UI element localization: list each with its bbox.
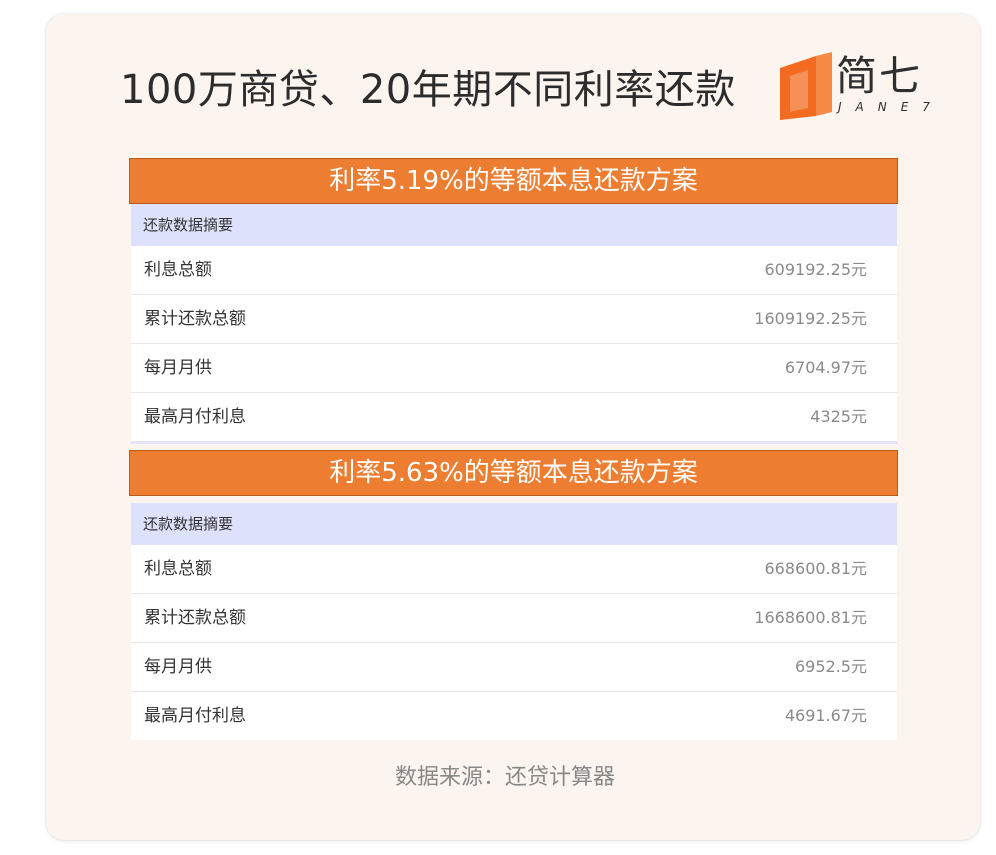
table-row: 利息总额 668600.81元 (131, 545, 897, 594)
row-value: 6952.5元 (795, 657, 867, 676)
row-label: 累计还款总额 (144, 309, 246, 329)
table-row: 累计还款总额 1609192.25元 (131, 295, 897, 344)
row-value: 4691.67元 (784, 706, 867, 725)
plan-section-5-63: 利率5.63%的等额本息还款方案 还款数据摘要 利息总额 668600.81元 … (129, 450, 898, 740)
row-label: 每月月供 (144, 358, 212, 378)
row-value: 668600.81元 (764, 559, 867, 578)
row-label: 最高月付利息 (144, 706, 246, 726)
table-row: 利息总额 609192.25元 (131, 246, 897, 295)
data-source-footer: 数据来源：还贷计算器 (394, 765, 615, 790)
section-header: 利率5.19%的等额本息还款方案 (129, 158, 898, 204)
data-table: 利息总额 668600.81元 累计还款总额 1668600.81元 每月月供 … (131, 545, 897, 740)
row-value: 4325元 (810, 407, 867, 426)
row-label: 每月月供 (144, 657, 212, 677)
plan-section-5-19: 利率5.19%的等额本息还款方案 还款数据摘要 利息总额 609192.25元 … (129, 158, 898, 444)
summary-label: 还款数据摘要 (131, 503, 897, 545)
table-row: 最高月付利息 4691.67元 (131, 692, 897, 740)
table-row: 每月月供 6704.97元 (131, 344, 897, 393)
section-header: 利率5.63%的等额本息还款方案 (129, 450, 898, 496)
logo-mark-icon (780, 52, 832, 120)
row-value: 1668600.81元 (754, 608, 867, 627)
jane7-logo: 简七 JANE7 (776, 50, 946, 124)
row-label: 利息总额 (144, 260, 212, 280)
row-value: 1609192.25元 (754, 309, 867, 328)
logo-chinese-text: 简七 (836, 52, 922, 100)
row-label: 利息总额 (144, 559, 212, 579)
table-row: 累计还款总额 1668600.81元 (131, 594, 897, 643)
table-row: 最高月付利息 4325元 (131, 393, 897, 441)
row-label: 累计还款总额 (144, 608, 246, 628)
row-label: 最高月付利息 (144, 407, 246, 427)
row-value: 609192.25元 (764, 260, 867, 279)
summary-label: 还款数据摘要 (131, 204, 897, 246)
table-row: 每月月供 6952.5元 (131, 643, 897, 692)
data-table: 利息总额 609192.25元 累计还款总额 1609192.25元 每月月供 … (131, 246, 897, 444)
row-value: 6704.97元 (784, 358, 867, 377)
page-title: 100万商贷、20年期不同利率还款 (120, 67, 736, 113)
logo-english-text: JANE7 (838, 100, 944, 114)
